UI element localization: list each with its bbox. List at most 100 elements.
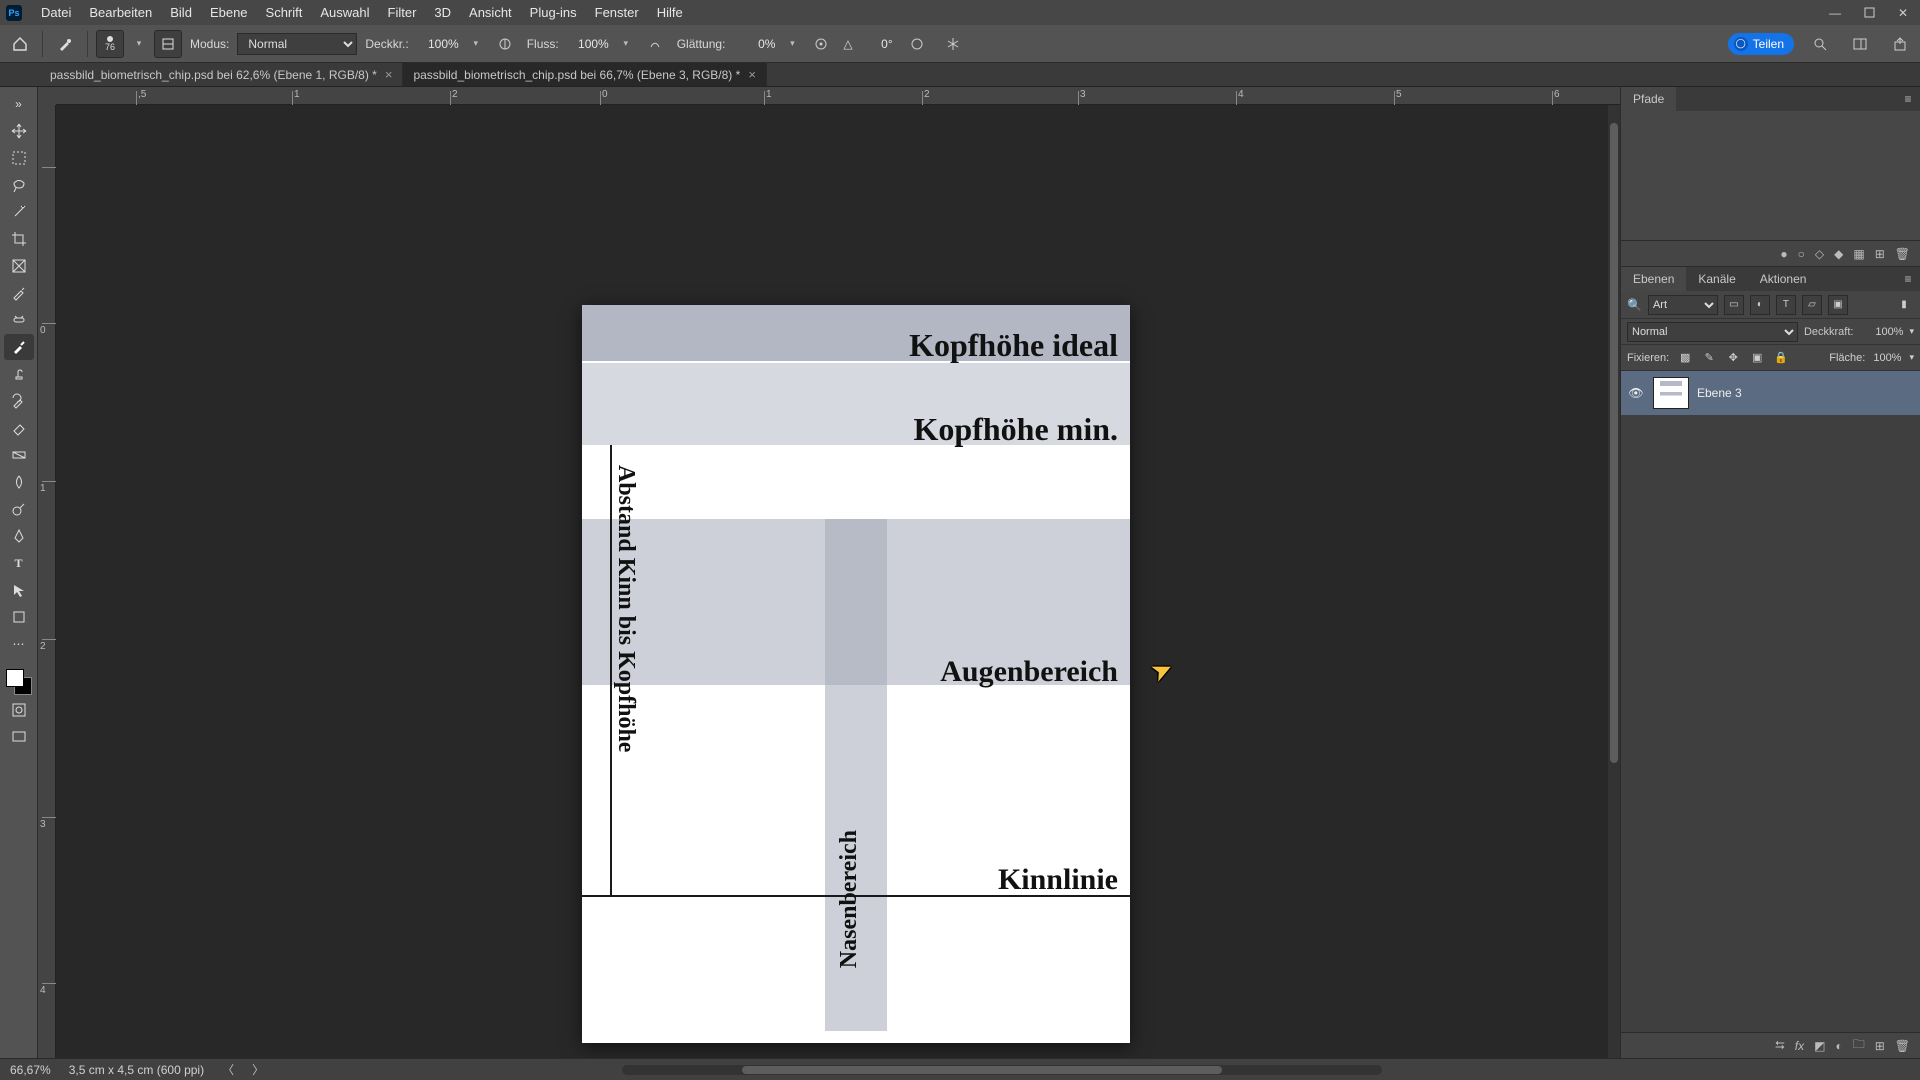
panel-menu-icon[interactable]: ≡ [1896, 92, 1920, 106]
flow-chevron-icon[interactable]: ▾ [619, 38, 633, 49]
ruler-origin[interactable] [38, 87, 56, 105]
adjustment-layer-icon[interactable]: ◐ [1835, 1039, 1842, 1053]
document-canvas[interactable]: Kopfhöhe ideal Kopfhöhe min. Augenbereic… [582, 305, 1130, 1043]
quick-mask-icon[interactable] [4, 697, 34, 723]
vertical-scrollbar[interactable] [1608, 105, 1620, 1058]
layer-name[interactable]: Ebene 3 [1697, 386, 1742, 400]
eyedropper-tool[interactable] [4, 280, 34, 306]
search-icon[interactable] [1806, 30, 1834, 58]
paths-selection-icon[interactable]: ◇ [1815, 247, 1824, 261]
smoothing-gear-icon[interactable] [807, 30, 835, 58]
layer-fx-icon[interactable]: fx [1795, 1039, 1804, 1053]
filter-pixel-icon[interactable]: ▭ [1724, 295, 1744, 315]
home-icon[interactable] [6, 30, 34, 58]
history-brush-tool[interactable] [4, 388, 34, 414]
new-layer-icon[interactable]: ⊞ [1875, 1039, 1885, 1053]
brush-size-chevron-icon[interactable]: ▾ [132, 38, 146, 49]
opacity-chevron-icon[interactable]: ▾ [469, 38, 483, 49]
menu-datei[interactable]: Datei [32, 0, 80, 25]
link-layers-icon[interactable]: ⮀ [1775, 1038, 1785, 1053]
menu-bild[interactable]: Bild [161, 0, 201, 25]
screen-mode-icon[interactable] [4, 724, 34, 750]
magic-wand-tool[interactable] [4, 199, 34, 225]
workspace-switch-icon[interactable] [1846, 30, 1874, 58]
layer-thumbnail[interactable] [1653, 377, 1689, 409]
document-tab-1[interactable]: passbild_biometrisch_chip.psd bei 62,6% … [40, 63, 403, 86]
lock-pixel-icon[interactable]: ✎ [1701, 351, 1717, 364]
lock-all-icon[interactable]: 🔒 [1773, 351, 1789, 364]
menu-schrift[interactable]: Schrift [257, 0, 312, 25]
tab-kanaele[interactable]: Kanäle [1686, 267, 1747, 291]
ellipsis-tool[interactable]: ⋯ [4, 631, 34, 657]
window-minimize-button[interactable]: ― [1818, 0, 1852, 25]
document-tab-2[interactable]: passbild_biometrisch_chip.psd bei 66,7% … [403, 63, 766, 86]
filter-type-icon[interactable]: T [1776, 295, 1796, 315]
fill-value[interactable]: 100% [1873, 352, 1901, 364]
path-select-tool[interactable] [4, 577, 34, 603]
brush-preview-icon[interactable]: 76 [96, 30, 124, 58]
paths-fill-icon[interactable]: ● [1780, 247, 1787, 261]
delete-layer-icon[interactable]: 🗑 [1895, 1039, 1910, 1053]
zoom-level[interactable]: 66,67% [10, 1063, 51, 1077]
paths-panel-body[interactable] [1621, 111, 1920, 241]
layer-mask-icon[interactable]: ◩ [1814, 1039, 1825, 1053]
stamp-tool[interactable] [4, 361, 34, 387]
layer-opacity-value[interactable]: 100% [1859, 326, 1903, 338]
paths-new-icon[interactable]: ▦ [1853, 247, 1864, 261]
blend-mode-select[interactable]: Normal [237, 33, 357, 55]
lock-position-icon[interactable]: ✥ [1725, 351, 1741, 364]
healing-tool[interactable] [4, 307, 34, 333]
paths-delete-icon[interactable]: 🗑 [1895, 247, 1910, 261]
menu-3d[interactable]: 3D [425, 0, 460, 25]
export-icon[interactable] [1886, 30, 1914, 58]
foreground-color-swatch[interactable] [6, 669, 24, 687]
blur-tool[interactable] [4, 469, 34, 495]
filter-shape-icon[interactable]: ▱ [1802, 295, 1822, 315]
scrollbar-thumb[interactable] [742, 1066, 1222, 1074]
layer-visibility-icon[interactable]: 👁 [1627, 386, 1645, 400]
close-icon[interactable]: × [748, 67, 756, 82]
smoothing-chevron-icon[interactable]: ▾ [785, 38, 799, 49]
filter-toggle-icon[interactable]: ▮ [1894, 295, 1914, 315]
lock-transparent-icon[interactable]: ▩ [1677, 351, 1693, 364]
paths-mask-icon[interactable]: ◆ [1834, 247, 1843, 261]
menu-ebene[interactable]: Ebene [201, 0, 257, 25]
menu-fenster[interactable]: Fenster [586, 0, 648, 25]
share-button[interactable]: ◯ Teilen [1728, 33, 1794, 55]
canvas-area[interactable]: ,5120123456 012345 Kopfhöhe ideal Kopfhö… [38, 87, 1620, 1058]
symmetry-icon[interactable] [939, 30, 967, 58]
flow-input[interactable] [567, 34, 611, 54]
type-tool[interactable]: T [4, 550, 34, 576]
gradient-tool[interactable] [4, 442, 34, 468]
paths-add-icon[interactable]: ⊞ [1875, 247, 1885, 261]
ruler-vertical[interactable]: 012345 [38, 105, 56, 1058]
crop-tool[interactable] [4, 226, 34, 252]
opacity-pressure-icon[interactable] [491, 30, 519, 58]
status-prev-icon[interactable]: 〈 [222, 1061, 234, 1078]
opacity-input[interactable] [417, 34, 461, 54]
horizontal-scrollbar[interactable] [622, 1065, 1382, 1075]
layer-group-icon[interactable]: 🗀 [1853, 1035, 1865, 1056]
ruler-horizontal[interactable]: ,5120123456 [56, 87, 1620, 105]
menu-plugins[interactable]: Plug-ins [521, 0, 586, 25]
layer-row[interactable]: 👁 Ebene 3 [1621, 371, 1920, 415]
lock-artboard-icon[interactable]: ▣ [1749, 351, 1765, 364]
expand-tools-icon[interactable]: » [4, 91, 34, 117]
angle-input[interactable] [861, 34, 895, 54]
tab-pfade[interactable]: Pfade [1621, 87, 1676, 111]
document-info[interactable]: 3,5 cm x 4,5 cm (600 ppi) [69, 1063, 204, 1077]
color-swatches[interactable] [5, 668, 33, 696]
paths-stroke-icon[interactable]: ○ [1798, 247, 1805, 261]
layer-blend-select[interactable]: Normal [1627, 322, 1798, 342]
lasso-tool[interactable] [4, 172, 34, 198]
close-icon[interactable]: × [385, 67, 393, 82]
menu-ansicht[interactable]: Ansicht [460, 0, 521, 25]
filter-smart-icon[interactable]: ▣ [1828, 295, 1848, 315]
marquee-tool[interactable] [4, 145, 34, 171]
filter-adjust-icon[interactable]: ◐ [1750, 295, 1770, 315]
chevron-down-icon[interactable]: ▾ [1909, 352, 1914, 363]
menu-hilfe[interactable]: Hilfe [648, 0, 692, 25]
smoothing-input[interactable] [733, 34, 777, 54]
tool-preset-brush-icon[interactable] [51, 30, 79, 58]
pressure-size-icon[interactable] [903, 30, 931, 58]
